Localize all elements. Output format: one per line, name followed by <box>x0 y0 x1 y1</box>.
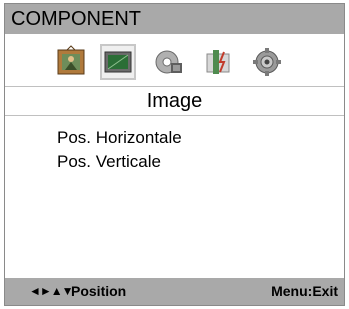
menu-item-vertical-position[interactable]: Pos. Verticale <box>57 152 161 172</box>
setup-icon[interactable] <box>200 44 236 80</box>
tab-icon-row <box>5 34 344 86</box>
section-title: Image <box>5 86 344 116</box>
audio-icon[interactable] <box>151 44 187 80</box>
menu-item-horizontal-position[interactable]: Pos. Horizontale <box>57 128 182 148</box>
osd-menu: COMPONENT Image Pos. Horizontale Pos. Ve… <box>4 3 345 306</box>
footer-exit-hint: Menu:Exit <box>271 283 338 299</box>
picture-icon[interactable] <box>53 44 89 80</box>
navigation-arrows-icon: ◄►▲▼ <box>29 284 74 298</box>
menu-title: COMPONENT <box>5 4 344 34</box>
settings-gear-icon[interactable] <box>249 44 285 80</box>
footer-bar: ◄►▲▼ Position Menu:Exit <box>5 278 344 305</box>
screen-icon[interactable] <box>100 44 136 80</box>
footer-hint: Position <box>71 283 127 299</box>
